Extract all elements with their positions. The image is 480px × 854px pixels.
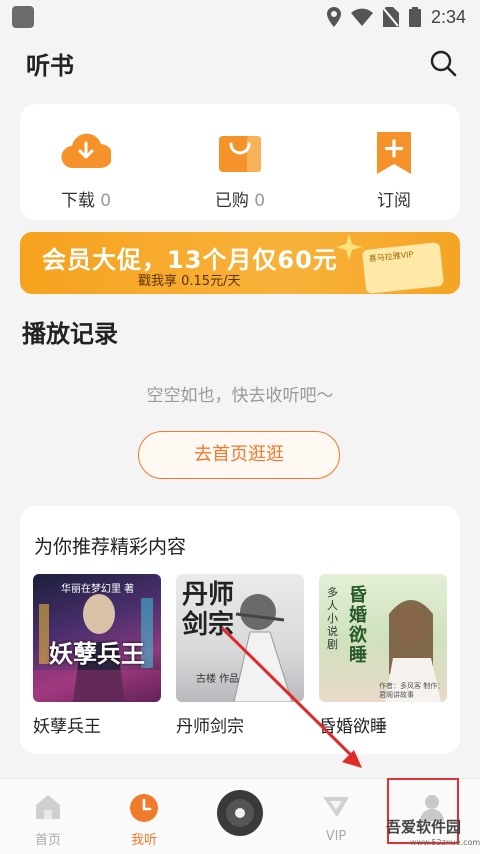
record-disc-icon <box>217 790 263 836</box>
cover-title: 丹师剑宗 <box>182 580 235 640</box>
recommend-card: 为你推荐精彩内容 妖孽兵王 华丽在梦幻里 著 妖孽兵王 丹师剑宗 古楼 作品 丹… <box>20 506 460 754</box>
watermark-text: 吾爱软件园 <box>386 818 462 836</box>
book-cover: 妖孽兵王 华丽在梦幻里 著 <box>33 574 161 702</box>
purchased-count: 0 <box>254 191 266 211</box>
clock-time: 2:34 <box>430 6 466 27</box>
history-title: 播放记录 <box>22 320 118 348</box>
cloud-download-icon <box>61 133 111 169</box>
tab-label: VIP <box>325 829 347 844</box>
tab-my-listen[interactable]: 我听 <box>96 779 192 854</box>
recommend-title: 为你推荐精彩内容 <box>34 536 187 558</box>
tab-player[interactable] <box>192 779 288 854</box>
purchased-button[interactable]: 已购 0 <box>180 104 300 220</box>
watermark-url: www.52zxue.com <box>410 838 480 847</box>
purchased-label: 已购 <box>214 191 249 211</box>
clock-icon <box>130 794 158 822</box>
quick-actions-card: 下载 0 已购 0 订阅 <box>20 104 460 220</box>
shopping-bag-icon <box>219 136 261 172</box>
book-item[interactable]: 丹师剑宗 古楼 作品 丹师剑宗 <box>176 574 304 737</box>
no-sim-icon <box>382 7 399 27</box>
book-item[interactable]: 妖孽兵王 华丽在梦幻里 著 妖孽兵王 <box>33 574 161 737</box>
book-title: 昏婚欲睡 <box>319 717 387 737</box>
home-icon <box>36 795 60 819</box>
sparkle-icon <box>336 234 362 260</box>
subscribe-label: 订阅 <box>377 191 411 211</box>
download-button[interactable]: 下载 0 <box>26 104 146 220</box>
location-icon <box>326 7 341 27</box>
cover-subtitle: 古楼 作品 <box>196 674 240 685</box>
bookmark-plus-icon <box>377 132 411 174</box>
history-empty-text: 空空如也，快去收听吧～ <box>146 386 334 406</box>
cover-subtitle: 多人小说剧 <box>327 586 338 651</box>
book-title: 丹师剑宗 <box>176 717 244 737</box>
page-title: 听书 <box>26 52 74 80</box>
cover-caption: 作者：多风客 制作：君阁讲故事 <box>379 682 445 699</box>
go-home-button[interactable]: 去首页逛逛 <box>138 431 340 479</box>
tab-home[interactable]: 首页 <box>0 779 96 854</box>
battery-icon <box>408 7 421 27</box>
cover-title: 昏婚欲睡 <box>349 585 367 666</box>
vip-icon <box>323 797 349 817</box>
status-bar: 2:34 <box>0 0 480 34</box>
vip-card-graphic: 喜马拉雅VIP <box>361 242 445 294</box>
banner-subtitle: 戳我享 0.15元/天 <box>138 274 241 289</box>
vip-card-text: 喜马拉雅VIP <box>368 249 414 264</box>
subscribe-button[interactable]: 订阅 <box>334 104 454 220</box>
download-count: 0 <box>100 191 112 211</box>
app-notification-icon <box>12 6 34 28</box>
tab-label: 我听 <box>130 833 157 848</box>
cover-subtitle: 华丽在梦幻里 著 <box>61 584 135 595</box>
book-item[interactable]: 多人小说剧 昏婚欲睡 作者：多风客 制作：君阁讲故事 昏婚欲睡 <box>319 574 447 737</box>
wifi-icon <box>350 8 373 26</box>
book-cover: 多人小说剧 昏婚欲睡 作者：多风客 制作：君阁讲故事 <box>319 574 447 702</box>
download-label: 下载 <box>60 191 95 211</box>
cover-title: 妖孽兵王 <box>49 639 145 668</box>
book-cover: 丹师剑宗 古楼 作品 <box>176 574 304 702</box>
header: 听书 <box>0 34 480 90</box>
vip-promo-banner[interactable]: 会员大促，13个月仅60元 戳我享 0.15元/天 喜马拉雅VIP <box>20 232 460 294</box>
tab-label: 首页 <box>34 833 61 848</box>
book-title: 妖孽兵王 <box>33 717 101 737</box>
tab-vip[interactable]: VIP <box>288 779 384 854</box>
search-icon[interactable] <box>428 48 458 78</box>
